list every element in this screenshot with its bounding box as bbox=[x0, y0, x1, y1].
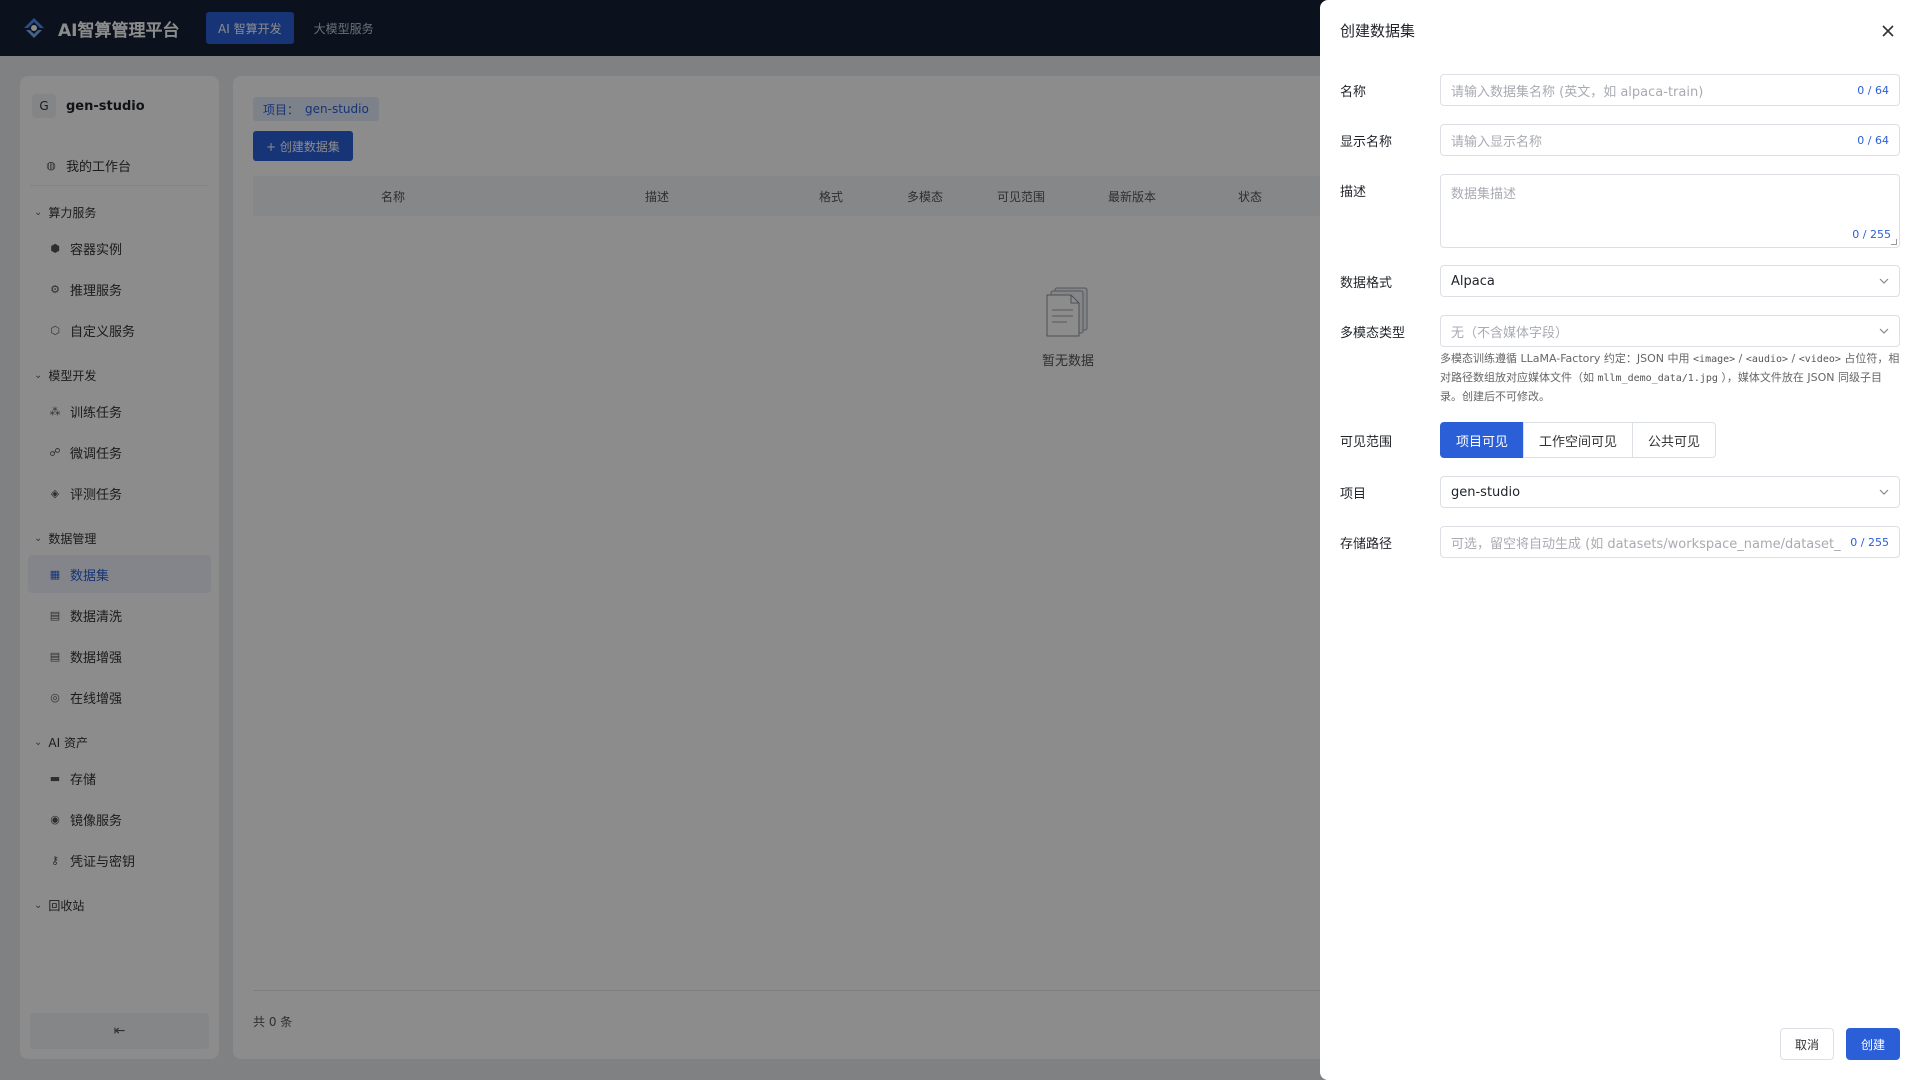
create-button[interactable]: 创建 bbox=[1846, 1028, 1900, 1060]
project-select[interactable]: gen-studio bbox=[1440, 476, 1900, 508]
close-icon bbox=[1882, 25, 1894, 37]
resize-handle[interactable] bbox=[1891, 239, 1897, 245]
storage-path-counter: 0 / 255 bbox=[1850, 535, 1889, 549]
chevron-down-icon bbox=[1879, 278, 1889, 284]
multimodal-select[interactable]: 无（不含媒体字段） bbox=[1440, 315, 1900, 347]
name-input[interactable]: 请输入数据集名称 (英文，如 alpaca-train) 0 / 64 bbox=[1440, 74, 1900, 106]
label-name: 名称 bbox=[1340, 85, 1367, 100]
description-counter: 0 / 255 bbox=[1852, 228, 1891, 241]
storage-path-input[interactable]: 可选，留空将自动生成 (如 datasets/workspace_name/da… bbox=[1440, 526, 1900, 558]
description-placeholder: 数据集描述 bbox=[1451, 187, 1517, 202]
close-button[interactable] bbox=[1875, 18, 1901, 44]
visibility-project[interactable]: 项目可见 bbox=[1440, 422, 1525, 458]
display-name-placeholder: 请输入显示名称 bbox=[1451, 134, 1543, 150]
label-project: 项目 bbox=[1340, 487, 1367, 502]
label-format: 数据格式 bbox=[1340, 276, 1393, 291]
project-value: gen-studio bbox=[1451, 484, 1521, 500]
description-textarea[interactable]: 数据集描述 0 / 255 bbox=[1440, 174, 1900, 248]
label-multimodal: 多模态类型 bbox=[1340, 326, 1406, 341]
display-name-counter: 0 / 64 bbox=[1857, 133, 1889, 147]
name-placeholder: 请输入数据集名称 (英文，如 alpaca-train) bbox=[1451, 84, 1704, 100]
chevron-down-icon bbox=[1879, 489, 1889, 495]
visibility-public[interactable]: 公共可见 bbox=[1632, 422, 1717, 458]
drawer-title: 创建数据集 bbox=[1340, 22, 1416, 40]
label-storage-path: 存储路径 bbox=[1340, 537, 1393, 552]
display-name-input[interactable]: 请输入显示名称 0 / 64 bbox=[1440, 124, 1900, 156]
visibility-workspace[interactable]: 工作空间可见 bbox=[1523, 422, 1634, 458]
chevron-down-icon bbox=[1879, 328, 1889, 334]
label-description: 描述 bbox=[1340, 185, 1367, 200]
format-value: Alpaca bbox=[1451, 273, 1495, 289]
label-display-name: 显示名称 bbox=[1340, 135, 1393, 150]
cancel-button[interactable]: 取消 bbox=[1780, 1028, 1834, 1060]
create-dataset-drawer: 创建数据集 名称 请输入数据集名称 (英文，如 alpaca-train) 0 … bbox=[1320, 0, 1920, 1080]
visibility-segmented: 项目可见 工作空间可见 公共可见 bbox=[1440, 422, 1717, 458]
name-counter: 0 / 64 bbox=[1857, 83, 1889, 97]
multimodal-hint: 多模态训练遵循 LLaMA-Factory 约定：JSON 中用 <image>… bbox=[1440, 352, 1900, 403]
storage-path-placeholder: 可选，留空将自动生成 (如 datasets/workspace_name/da… bbox=[1451, 536, 1841, 552]
multimodal-value: 无（不含媒体字段） bbox=[1451, 325, 1569, 341]
label-visibility: 可见范围 bbox=[1340, 435, 1393, 450]
format-select[interactable]: Alpaca bbox=[1440, 265, 1900, 297]
